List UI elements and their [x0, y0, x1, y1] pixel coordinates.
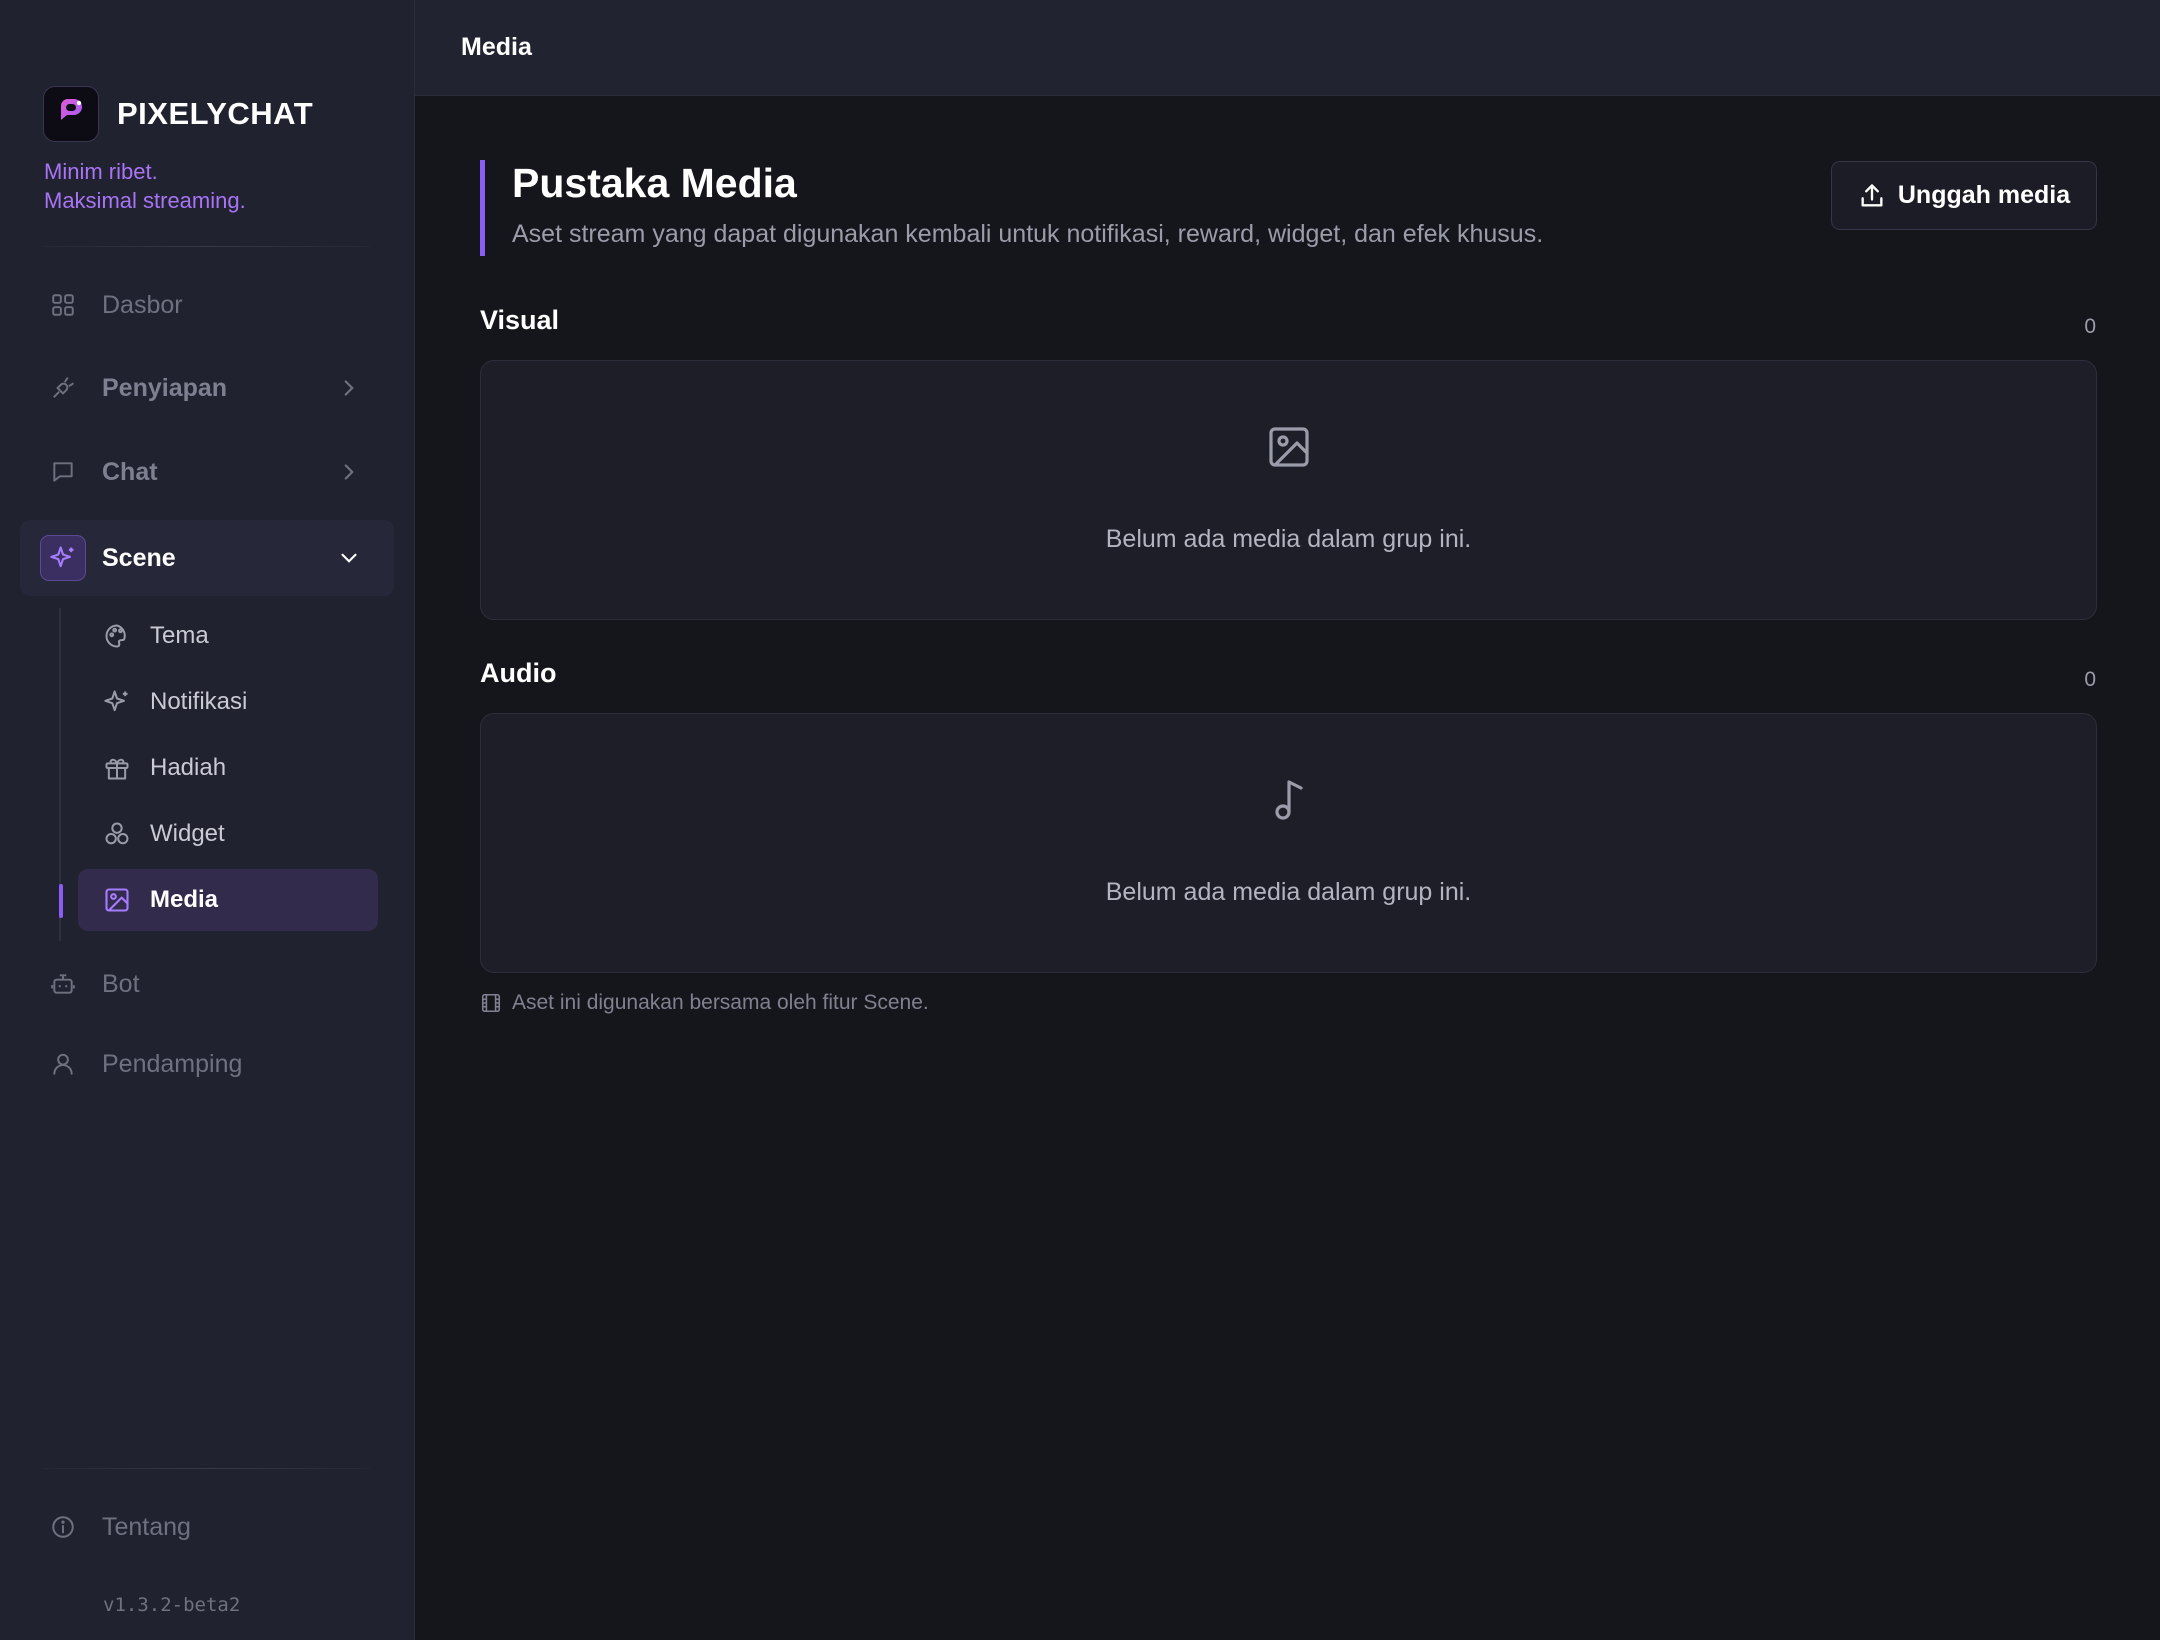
- sidebar-item-label: Bot: [102, 969, 140, 998]
- plug-icon: [44, 369, 82, 407]
- topbar: Media: [415, 0, 2160, 96]
- palette-icon: [100, 619, 134, 653]
- topbar-title: Media: [461, 33, 532, 61]
- empty-state-audio: Belum ada media dalam grup ini.: [480, 713, 2097, 973]
- sidebar-subitem-widget[interactable]: Widget: [78, 803, 378, 865]
- brand[interactable]: PIXELYCHAT: [43, 86, 313, 142]
- sidebar-item-chat[interactable]: Chat: [20, 437, 394, 507]
- sidebar-subitem-label: Tema: [150, 622, 209, 649]
- group-title-visual: Visual: [480, 305, 560, 335]
- sidebar-subitem-media[interactable]: Media: [78, 869, 378, 931]
- image-icon: [1265, 423, 1313, 471]
- app-root: PIXELYCHAT Minim ribet. Maksimal streami…: [0, 0, 2160, 1640]
- sidebar-item-bot[interactable]: Bot: [20, 949, 394, 1019]
- app-version: v1.3.2-beta2: [103, 1594, 241, 1616]
- tagline-line-2: Maksimal streaming.: [44, 188, 246, 213]
- group-title-audio: Audio: [480, 658, 557, 688]
- shapes-icon: [100, 817, 134, 851]
- footnote: Aset ini digunakan bersama oleh fitur Sc…: [480, 991, 929, 1015]
- active-indicator-bar: [59, 884, 63, 918]
- chat-bubble-icon: [44, 453, 82, 491]
- bot-icon: [44, 965, 82, 1003]
- sidebar-divider-bottom: [44, 1468, 370, 1469]
- sidebar-subitem-notifikasi[interactable]: Notifikasi: [78, 671, 378, 733]
- chevron-right-icon: [336, 375, 362, 401]
- user-icon: [44, 1045, 82, 1083]
- page-title: Pustaka Media: [512, 160, 797, 206]
- page-subtitle: Aset stream yang dapat digunakan kembali…: [512, 220, 1544, 248]
- sidebar-item-pendamping[interactable]: Pendamping: [20, 1029, 394, 1099]
- tagline-line-1: Minim ribet.: [44, 159, 158, 184]
- sidebar-subitem-label: Media: [150, 886, 219, 913]
- upload-media-button[interactable]: Unggah media: [1831, 161, 2097, 230]
- sidebar-subitem-label: Hadiah: [150, 754, 227, 781]
- sidebar-subitem-hadiah[interactable]: Hadiah: [78, 737, 378, 799]
- upload-media-label: Unggah media: [1897, 181, 2071, 209]
- grid-icon: [44, 286, 82, 324]
- sidebar-item-dasbor[interactable]: Dasbor: [20, 270, 394, 340]
- empty-state-message: Belum ada media dalam grup ini.: [1105, 878, 1472, 906]
- sidebar-subitem-label: Widget: [150, 820, 225, 847]
- brand-tagline: Minim ribet. Maksimal streaming.: [44, 157, 246, 215]
- sidebar-item-label: Tentang: [102, 1512, 191, 1541]
- brand-name: PIXELYCHAT: [117, 96, 314, 131]
- sparkles-icon: [40, 535, 86, 581]
- group-count-visual: 0: [2084, 315, 2096, 338]
- sidebar-subitem-tema[interactable]: Tema: [78, 605, 378, 667]
- sidebar-item-label: Scene: [102, 543, 176, 572]
- music-note-icon: [1265, 776, 1313, 824]
- sidebar-item-label: Chat: [102, 457, 158, 486]
- sidebar-item-label: Dasbor: [102, 290, 183, 319]
- chevron-down-icon: [336, 545, 362, 571]
- image-icon: [100, 883, 134, 917]
- sidebar-subitem-label: Notifikasi: [150, 688, 248, 715]
- sidebar-divider-top: [44, 246, 370, 247]
- empty-state-visual: Belum ada media dalam grup ini.: [480, 360, 2097, 620]
- group-count-audio: 0: [2084, 668, 2096, 691]
- sidebar-item-penyiapan[interactable]: Penyiapan: [20, 353, 394, 423]
- footnote-text: Aset ini digunakan bersama oleh fitur Sc…: [512, 991, 929, 1014]
- sparkles-icon: [100, 685, 134, 719]
- page-header: Pustaka Media Aset stream yang dapat dig…: [480, 160, 1544, 256]
- info-icon: [44, 1508, 82, 1546]
- empty-state-message: Belum ada media dalam grup ini.: [1105, 525, 1472, 553]
- upload-icon: [1858, 182, 1886, 210]
- sidebar-item-tentang[interactable]: Tentang: [20, 1492, 394, 1562]
- sidebar-item-label: Pendamping: [102, 1049, 243, 1078]
- chevron-right-icon: [336, 459, 362, 485]
- main-content: Media Pustaka Media Aset stream yang dap…: [415, 0, 2160, 1640]
- sidebar-item-scene[interactable]: Scene: [20, 520, 394, 596]
- film-icon: [480, 992, 502, 1014]
- sidebar-item-label: Penyiapan: [102, 373, 228, 402]
- pixelychat-logo-icon: [43, 86, 99, 142]
- sidebar: PIXELYCHAT Minim ribet. Maksimal streami…: [0, 0, 415, 1640]
- gift-icon: [100, 751, 134, 785]
